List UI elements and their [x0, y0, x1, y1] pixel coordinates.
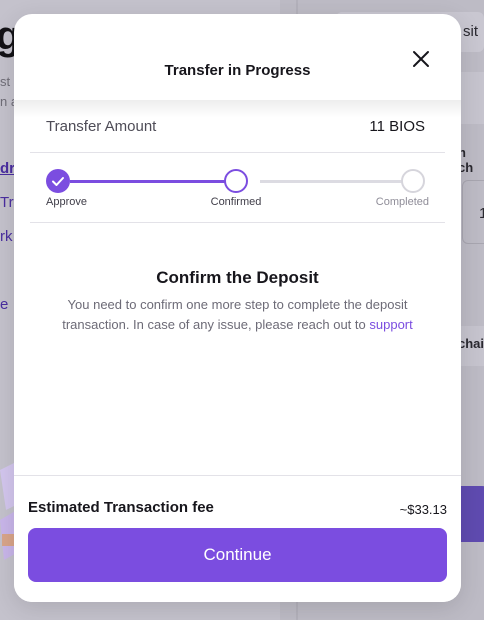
modal-footer: Estimated Transaction fee ~$33.13 Contin…	[14, 475, 461, 602]
fee-label: Estimated Transaction fee	[28, 499, 214, 516]
step-confirmed-indicator	[224, 169, 248, 193]
confirm-description-text: You need to confirm one more step to com…	[62, 297, 408, 332]
transfer-amount-value: 11 BIOS	[369, 118, 425, 135]
step-completed-indicator	[401, 169, 425, 193]
background-text: n ch	[458, 145, 474, 175]
progress-stepper: Approve Confirmed Completed	[30, 153, 445, 223]
modal-title: Transfer in Progress	[164, 62, 311, 79]
transfer-amount-label: Transfer Amount	[46, 118, 157, 135]
support-link[interactable]: support	[369, 317, 412, 332]
close-button[interactable]	[410, 48, 432, 70]
confirm-description: You need to confirm one more step to com…	[62, 295, 413, 335]
fee-value: ~$33.13	[399, 502, 447, 517]
background-link: e	[0, 296, 9, 313]
stepper-track-complete	[70, 180, 240, 183]
background-text: st	[0, 74, 11, 89]
background-link: dr	[0, 160, 15, 177]
confirm-title: Confirm the Deposit	[156, 268, 319, 287]
step-approve-indicator	[46, 169, 70, 193]
stepper-track-pending	[260, 180, 423, 183]
background-link: Tr	[0, 194, 14, 211]
check-icon	[52, 177, 64, 186]
background-text: chai	[458, 336, 484, 351]
background-link: rk	[0, 228, 13, 245]
step-completed-label: Completed	[375, 196, 429, 208]
transfer-modal: Transfer in Progress Transfer Amount 11 …	[14, 14, 461, 602]
background-input: 1	[462, 180, 484, 244]
continue-button[interactable]: Continue	[28, 528, 447, 582]
transfer-amount-row: Transfer Amount 11 BIOS	[30, 110, 445, 153]
close-icon	[413, 51, 429, 67]
step-confirmed-label: Confirmed	[210, 196, 262, 208]
step-approve-label: Approve	[46, 196, 87, 208]
